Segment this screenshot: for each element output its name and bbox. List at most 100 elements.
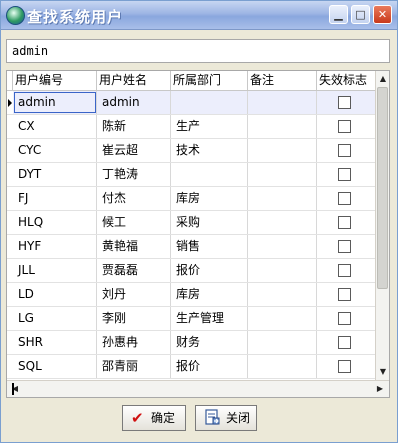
minimize-button[interactable]: ▁ [329,5,348,24]
cell-department[interactable] [171,163,248,186]
column-header-name[interactable]: 用户姓名 [97,71,171,90]
table-row[interactable]: CYC 崔云超 技术 [7,139,375,163]
cell-user-code[interactable]: LD [13,283,97,306]
cell-note[interactable] [248,331,317,354]
disabled-checkbox[interactable] [338,360,351,373]
disabled-checkbox[interactable] [338,288,351,301]
cell-disabled-flag [317,259,375,282]
horizontal-scroll-thumb[interactable] [12,383,14,395]
cell-user-name[interactable]: 候工 [97,211,171,234]
maximize-icon: □ [355,8,366,21]
user-grid: 用户编号 用户姓名 所属部门 备注 失效标志 admin admin CX 陈新 生产 C… [6,70,390,398]
table-row[interactable]: admin admin [7,91,375,115]
cell-user-name[interactable]: 贾磊磊 [97,259,171,282]
cell-user-name[interactable]: 李刚 [97,307,171,330]
cell-note[interactable] [248,307,317,330]
table-row[interactable]: LD 刘丹 库房 [7,283,375,307]
cell-user-name[interactable]: admin [97,91,171,114]
disabled-checkbox[interactable] [338,144,351,157]
cell-user-code[interactable]: HYF [13,235,97,258]
disabled-checkbox[interactable] [338,168,351,181]
cell-department[interactable]: 生产 [171,115,248,138]
cell-department[interactable]: 库房 [171,187,248,210]
cell-note[interactable] [248,355,317,378]
cell-user-code[interactable]: SHR [13,331,97,354]
cell-note[interactable] [248,139,317,162]
close-button[interactable]: 关闭 [195,405,257,431]
table-row[interactable]: JLL 贾磊磊 报价 [7,259,375,283]
cell-user-name[interactable]: 邵青丽 [97,355,171,378]
vertical-scroll-thumb[interactable] [377,87,388,289]
table-row[interactable]: DYT 丁艳涛 [7,163,375,187]
minimize-icon: ▁ [334,8,343,21]
close-window-button[interactable]: ✕ [373,5,392,24]
table-row[interactable]: CX 陈新 生产 [7,115,375,139]
disabled-checkbox[interactable] [338,192,351,205]
cell-department[interactable]: 生产管理 [171,307,248,330]
cell-user-code[interactable]: JLL [13,259,97,282]
cell-user-name[interactable]: 刘丹 [97,283,171,306]
cell-department[interactable] [171,91,248,114]
cell-user-code[interactable]: HLQ [13,211,97,234]
cell-user-name[interactable]: 陈新 [97,115,171,138]
title-bar[interactable]: 查找系统用户 ▁ □ ✕ [1,1,397,30]
cell-user-name[interactable]: 崔云超 [97,139,171,162]
disabled-checkbox[interactable] [338,312,351,325]
table-row[interactable]: SHR 孙惠冉 财务 [7,331,375,355]
cell-user-name[interactable]: 付杰 [97,187,171,210]
cell-user-name[interactable]: 黄艳福 [97,235,171,258]
search-input[interactable] [6,39,390,63]
cell-user-code[interactable]: CYC [13,139,97,162]
column-header-note[interactable]: 备注 [248,71,317,90]
cell-user-code[interactable]: LG [13,307,97,330]
cell-note[interactable] [248,187,317,210]
cell-note[interactable] [248,283,317,306]
cell-user-name[interactable]: 孙惠冉 [97,331,171,354]
cell-note[interactable] [248,211,317,234]
cell-department[interactable]: 报价 [171,355,248,378]
disabled-checkbox[interactable] [338,264,351,277]
disabled-checkbox[interactable] [338,216,351,229]
table-row[interactable]: LG 李刚 生产管理 [7,307,375,331]
cell-disabled-flag [317,235,375,258]
table-row[interactable]: HYF 黄艳福 销售 [7,235,375,259]
maximize-button[interactable]: □ [351,5,370,24]
cell-department[interactable]: 销售 [171,235,248,258]
close-button-label: 关闭 [226,411,251,425]
disabled-checkbox[interactable] [338,120,351,133]
scroll-down-icon[interactable]: ▼ [376,365,389,379]
table-row[interactable]: SQL 邵青丽 报价 [7,355,375,379]
ok-button[interactable]: ✔ 确定 [122,405,186,431]
scroll-left-icon[interactable]: ◀ [8,382,22,396]
column-header-code[interactable]: 用户编号 [13,71,97,90]
cell-department[interactable]: 技术 [171,139,248,162]
disabled-checkbox[interactable] [338,96,351,109]
cell-disabled-flag [317,139,375,162]
horizontal-scrollbar[interactable]: ◀ ▶ [7,380,389,397]
scroll-right-icon[interactable]: ▶ [373,382,387,396]
column-header-disabled[interactable]: 失效标志 [317,71,375,90]
column-header-dept[interactable]: 所属部门 [171,71,248,90]
cell-note[interactable] [248,235,317,258]
cell-user-code[interactable]: CX [13,115,97,138]
cell-note[interactable] [248,91,317,114]
cell-department[interactable]: 采购 [171,211,248,234]
cell-user-code[interactable]: FJ [13,187,97,210]
cell-user-name[interactable]: 丁艳涛 [97,163,171,186]
disabled-checkbox[interactable] [338,336,351,349]
table-row[interactable]: HLQ 候工 采购 [7,211,375,235]
cell-user-code[interactable]: admin [13,91,97,114]
cell-note[interactable] [248,163,317,186]
cell-user-code[interactable]: DYT [13,163,97,186]
cell-department[interactable]: 报价 [171,259,248,282]
cell-note[interactable] [248,259,317,282]
cell-note[interactable] [248,115,317,138]
cell-department[interactable]: 库房 [171,283,248,306]
vertical-scrollbar[interactable]: ▲ ▼ [375,71,389,380]
disabled-checkbox[interactable] [338,240,351,253]
cell-user-code[interactable]: SQL [13,355,97,378]
table-row[interactable]: FJ 付杰 库房 [7,187,375,211]
scroll-up-icon[interactable]: ▲ [376,72,389,86]
cell-disabled-flag [317,163,375,186]
cell-department[interactable]: 财务 [171,331,248,354]
